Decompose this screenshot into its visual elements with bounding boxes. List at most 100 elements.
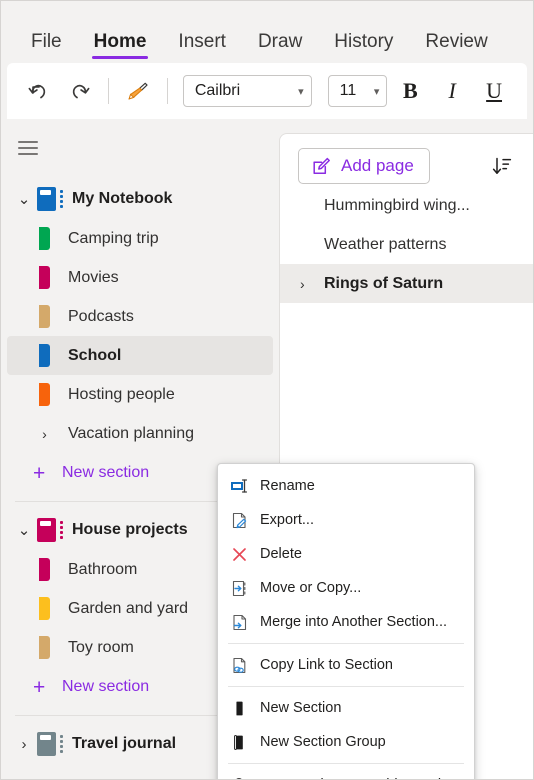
hamburger-icon-line <box>18 153 38 155</box>
toolbar-divider-2 <box>166 78 168 104</box>
page-title: Hummingbird wing... <box>324 196 470 214</box>
plus-icon: + <box>33 461 46 485</box>
notebook-binding-dots-icon <box>60 733 63 755</box>
notebook-icon <box>37 187 56 211</box>
notebook-header-my-notebook[interactable]: ⌄ My Notebook <box>1 179 279 219</box>
section-label: School <box>68 346 122 364</box>
bold-button[interactable]: B <box>391 72 429 110</box>
delete-icon <box>226 543 252 565</box>
menu-item-export[interactable]: Export... <box>218 503 474 537</box>
menu-item-new-section[interactable]: New Section <box>218 691 474 725</box>
chevron-right-icon: › <box>21 735 27 753</box>
section-color-swatch <box>39 305 50 328</box>
undo-button[interactable] <box>21 72 57 110</box>
sidebar-item-vacation-planning[interactable]: › Vacation planning <box>7 414 273 453</box>
chevron-down-icon: ⌄ <box>17 521 31 539</box>
section-label: Hosting people <box>68 385 175 403</box>
menu-item-label: Move or Copy... <box>260 580 362 596</box>
merge-icon <box>226 611 252 633</box>
onenote-window: File Home Insert Draw History Review Cai… <box>0 0 534 780</box>
sort-icon <box>492 157 512 174</box>
menu-item-label: Copy Link to Section <box>260 657 393 673</box>
underline-button[interactable]: U <box>475 72 513 110</box>
section-color-swatch <box>39 597 50 620</box>
chevron-down-icon: ▾ <box>298 85 304 98</box>
notebook-icon <box>37 518 56 542</box>
export-icon <box>226 509 252 531</box>
hamburger-icon-line <box>18 141 38 143</box>
menu-divider <box>228 763 464 764</box>
section-color-swatch <box>39 558 50 581</box>
notebook-group: ⌄ My Notebook Camping trip Movies Podcas… <box>1 179 279 493</box>
section-color-swatch <box>39 227 50 250</box>
chevron-right-icon[interactable]: › <box>300 277 316 291</box>
menu-divider <box>228 686 464 687</box>
redo-icon <box>72 84 90 99</box>
page-title: Weather patterns <box>324 235 447 253</box>
tab-review[interactable]: Review <box>409 32 503 63</box>
page-list-item[interactable]: Weather patterns <box>280 225 533 264</box>
add-page-icon <box>313 157 330 174</box>
chevron-right-icon: › <box>42 425 47 442</box>
menu-item-label: Export... <box>260 512 314 528</box>
font-family-select[interactable]: Cailbri ▾ <box>182 75 312 107</box>
pages-toolbar: Add page <box>280 146 533 186</box>
redo-button[interactable] <box>61 72 97 110</box>
section-label: Toy room <box>68 638 134 656</box>
menu-item-move-or-copy[interactable]: Move or Copy... <box>218 571 474 605</box>
new-section-label: New section <box>62 678 150 695</box>
section-group-label: Vacation planning <box>68 424 195 442</box>
workspace: ⌄ My Notebook Camping trip Movies Podcas… <box>1 119 533 779</box>
tab-home[interactable]: Home <box>78 32 163 63</box>
menu-item-label: Merge into Another Section... <box>260 614 447 630</box>
chevron-down-icon: ⌄ <box>17 190 31 208</box>
ribbon-toolbar: Cailbri ▾ 11 ▾ B I U <box>7 63 527 119</box>
menu-divider <box>228 643 464 644</box>
notebook-binding-dots-icon <box>60 188 63 210</box>
menu-item-label: New Section Group <box>260 734 386 750</box>
font-family-value: Cailbri <box>194 82 241 99</box>
sidebar-item-hosting-people[interactable]: Hosting people <box>7 375 273 414</box>
section-label: Garden and yard <box>68 599 189 617</box>
menu-item-label: Rename <box>260 478 315 494</box>
new-section-icon <box>226 697 252 719</box>
tab-file[interactable]: File <box>15 32 78 63</box>
page-list-item[interactable]: Hummingbird wing... <box>280 186 533 225</box>
section-color-swatch <box>39 383 50 406</box>
format-painter-button[interactable] <box>120 72 156 110</box>
sidebar-item-movies[interactable]: Movies <box>7 258 273 297</box>
menu-item-label: New Section <box>260 700 342 716</box>
page-list-item-selected[interactable]: › Rings of Saturn <box>280 264 533 303</box>
move-copy-icon <box>226 577 252 599</box>
hamburger-menu-button[interactable] <box>11 131 45 165</box>
ribbon-tab-strip: File Home Insert Draw History Review <box>1 1 533 63</box>
menu-item-new-section-group[interactable]: New Section Group <box>218 725 474 759</box>
add-page-button[interactable]: Add page <box>298 148 430 184</box>
tab-draw[interactable]: Draw <box>242 32 318 63</box>
menu-item-merge-into-another-section[interactable]: Merge into Another Section... <box>218 605 474 639</box>
menu-item-rename[interactable]: Rename <box>218 469 474 503</box>
format-painter-icon <box>128 82 148 100</box>
tab-history[interactable]: History <box>318 32 409 63</box>
font-size-select[interactable]: 11 ▾ <box>327 75 388 107</box>
menu-item-label: Delete <box>260 546 302 562</box>
sidebar-item-camping-trip[interactable]: Camping trip <box>7 219 273 258</box>
page-title: Rings of Saturn <box>324 274 444 292</box>
notebook-title: My Notebook <box>72 190 173 207</box>
menu-item-delete[interactable]: Delete <box>218 537 474 571</box>
sort-pages-button[interactable] <box>485 149 519 183</box>
rename-icon <box>226 475 252 497</box>
italic-button[interactable]: I <box>433 72 471 110</box>
sidebar-item-school[interactable]: School <box>7 336 273 375</box>
section-color-swatch <box>39 266 50 289</box>
new-section-label: New section <box>62 464 150 481</box>
menu-item-password-protect-this-section[interactable]: Password Protect This Section <box>218 768 474 779</box>
section-label: Movies <box>68 268 119 286</box>
tab-insert[interactable]: Insert <box>162 32 242 63</box>
sidebar-item-podcasts[interactable]: Podcasts <box>7 297 273 336</box>
new-section-group-icon <box>226 731 252 753</box>
section-label: Podcasts <box>68 307 134 325</box>
section-color-swatch <box>39 636 50 659</box>
menu-item-copy-link-to-section[interactable]: Copy Link to Section <box>218 648 474 682</box>
toolbar-divider-1 <box>107 78 109 104</box>
